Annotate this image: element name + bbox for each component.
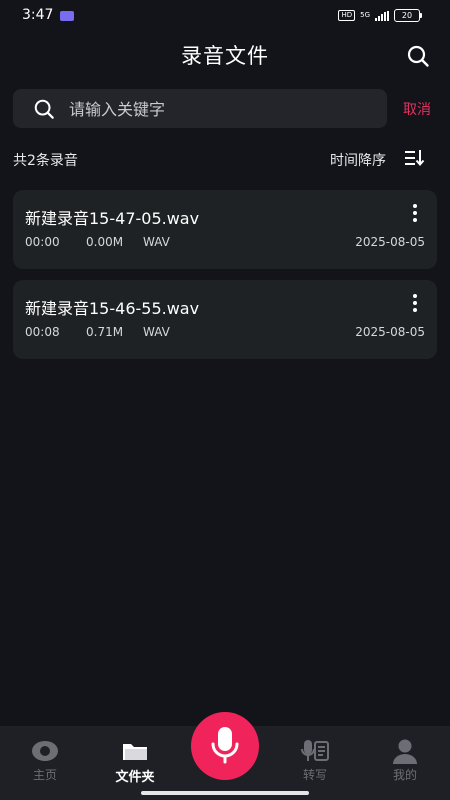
cancel-button[interactable]: 取消 — [403, 99, 431, 119]
hd-badge: HD — [338, 10, 356, 21]
nav-item-profile[interactable]: 我的 — [360, 726, 450, 800]
more-options-icon[interactable] — [409, 294, 421, 314]
nav-label-profile: 我的 — [392, 768, 417, 782]
sort-descending-icon[interactable] — [404, 148, 426, 168]
recording-format: WAV — [143, 235, 170, 249]
network-type: 5G — [360, 11, 370, 19]
recording-date: 2025-08-05 — [355, 325, 425, 339]
signal-strength-icon — [375, 10, 389, 21]
record-button[interactable] — [191, 712, 259, 780]
recording-date: 2025-08-05 — [355, 235, 425, 249]
sort-order-button[interactable]: 时间降序 — [330, 150, 386, 170]
recording-meta: 00:08 0.71M WAV — [25, 325, 170, 339]
microphone-icon — [211, 727, 239, 764]
home-icon — [31, 737, 59, 765]
recording-duration: 00:08 — [25, 325, 60, 339]
recording-meta: 00:00 0.00M WAV — [25, 235, 170, 249]
profile-icon — [391, 737, 419, 765]
transcribe-icon — [301, 737, 329, 765]
search-icon[interactable] — [406, 44, 430, 68]
recording-duration: 00:00 — [25, 235, 60, 249]
folder-icon — [121, 737, 149, 765]
recording-size: 0.00M — [86, 235, 124, 249]
recording-count: 共2条录音 — [13, 153, 78, 169]
nav-item-home[interactable]: 主页 — [0, 726, 90, 800]
recording-item[interactable]: 新建录音15-47-05.wav 00:00 0.00M WAV 2025-08… — [13, 190, 437, 269]
recording-format: WAV — [143, 325, 170, 339]
recording-size: 0.71M — [86, 325, 124, 339]
search-box — [13, 89, 387, 130]
status-indicators: HD 5G 20 — [338, 9, 422, 22]
page-title: 录音文件 — [181, 44, 269, 68]
status-time: 3:47 — [22, 7, 54, 23]
notification-app-icon — [60, 11, 74, 21]
recording-item[interactable]: 新建录音15-46-55.wav 00:08 0.71M WAV 2025-08… — [13, 280, 437, 359]
nav-item-transcribe[interactable]: 转写 — [270, 726, 360, 800]
nav-label-home: 主页 — [32, 768, 57, 782]
status-bar: 3:47 HD 5G 20 — [0, 0, 450, 32]
nav-item-folder[interactable]: 文件夹 — [90, 726, 180, 800]
battery-icon: 20 — [394, 9, 422, 22]
more-options-icon[interactable] — [409, 204, 421, 224]
search-input[interactable] — [67, 89, 381, 130]
recording-name: 新建录音15-46-55.wav — [25, 299, 200, 318]
search-field-icon — [33, 98, 55, 120]
home-indicator[interactable] — [141, 791, 309, 795]
nav-label-folder: 文件夹 — [115, 770, 155, 785]
recording-name: 新建录音15-47-05.wav — [25, 209, 200, 228]
nav-label-transcribe: 转写 — [302, 768, 327, 782]
